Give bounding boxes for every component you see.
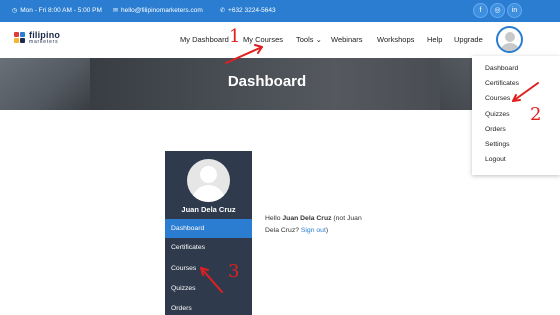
nav-help[interactable]: Help <box>427 35 442 44</box>
greeting-text: Hello Juan Dela Cruz (not Juan Dela Cruz… <box>265 215 362 234</box>
nav-webinars[interactable]: Webinars <box>331 35 363 44</box>
annotation-number-2: 2 <box>530 104 542 125</box>
dropdown-item-courses[interactable]: Courses <box>485 95 510 102</box>
nav-my-dashboard[interactable]: My Dashboard <box>180 35 229 44</box>
top-info-bar: ◷ Mon - Fri 8:00 AM - 5:00 PM ✉ hello@fi… <box>0 0 560 22</box>
profile-sidebar: Juan Dela Cruz Dashboard Certificates Co… <box>165 151 252 315</box>
profile-name: Juan Dela Cruz <box>181 205 236 214</box>
profile-avatar <box>187 159 230 202</box>
logo-mark-icon <box>14 32 26 44</box>
facebook-icon[interactable]: f <box>473 3 488 18</box>
nav-tools[interactable]: Tools ⌄ <box>296 35 322 44</box>
nav-workshops[interactable]: Workshops <box>377 35 414 44</box>
page-title: Dashboard <box>227 73 307 90</box>
dropdown-item-orders[interactable]: Orders <box>485 126 506 133</box>
linkedin-icon[interactable]: in <box>507 3 522 18</box>
sidebar-item-orders[interactable]: Orders <box>165 299 252 315</box>
site-header: filipino marketers My Dashboard My Cours… <box>0 22 560 58</box>
dropdown-item-logout[interactable]: Logout <box>485 156 506 163</box>
partial-text: KO <box>238 239 252 248</box>
phone-icon: ✆ <box>220 8 226 14</box>
greeting-name: Juan Dela Cruz <box>282 215 332 222</box>
sidebar-item-dashboard[interactable]: Dashboard <box>165 219 252 238</box>
user-avatar-button[interactable] <box>496 26 523 53</box>
contact-email-text[interactable]: hello@filipinomarketers.com <box>121 7 203 14</box>
contact-email[interactable]: ✉ hello@filipinomarketers.com <box>113 7 203 14</box>
contact-phone-text[interactable]: +632 3224-5643 <box>228 7 276 14</box>
mail-icon: ✉ <box>113 8 119 14</box>
clock-icon: ◷ <box>12 8 18 14</box>
office-hours-text: Mon - Fri 8:00 AM - 5:00 PM <box>20 7 102 14</box>
nav-tools-label: Tools <box>296 35 314 44</box>
profile-head-icon <box>200 166 217 183</box>
annotation-number-3: 3 <box>228 261 240 282</box>
site-logo[interactable]: filipino marketers <box>14 31 60 45</box>
profile-body-icon <box>192 185 225 202</box>
annotation-number-1: 1 <box>229 26 241 47</box>
dropdown-item-dashboard[interactable]: Dashboard <box>485 65 518 72</box>
nav-upgrade[interactable]: Upgrade <box>454 35 483 44</box>
logo-subtitle: marketers <box>29 39 59 45</box>
user-head-icon <box>505 32 515 42</box>
nav-my-courses[interactable]: My Courses <box>243 35 283 44</box>
sign-out-link[interactable]: Sign out <box>301 227 326 234</box>
chevron-down-icon: ⌄ <box>315 35 322 44</box>
dropdown-item-settings[interactable]: Settings <box>485 141 510 148</box>
dropdown-item-certificates[interactable]: Certificates <box>485 80 519 87</box>
contact-phone[interactable]: ✆ +632 3224-5643 <box>220 7 276 14</box>
dropdown-item-quizzes[interactable]: Quizzes <box>485 111 510 118</box>
instagram-icon[interactable]: ◎ <box>490 3 505 18</box>
account-dropdown-menu: Dashboard Certificates Courses Quizzes O… <box>472 56 560 175</box>
office-hours: ◷ Mon - Fri 8:00 AM - 5:00 PM <box>12 7 102 14</box>
